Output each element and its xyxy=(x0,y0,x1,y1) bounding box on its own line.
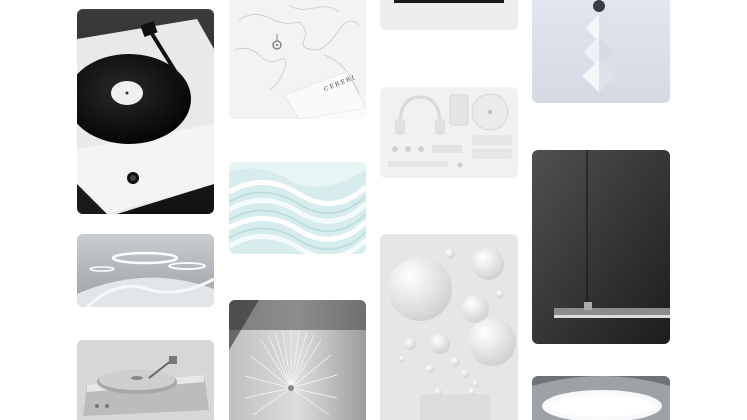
image-tile-ring-light-room[interactable] xyxy=(77,234,214,307)
image-tile-vinyl-turntable[interactable] xyxy=(77,9,214,214)
image-tile-diamond-stack[interactable] xyxy=(532,0,670,103)
radial-sculpture-image xyxy=(229,300,366,420)
vinyl-turntable-image xyxy=(77,9,214,214)
headphones-flatlay-image xyxy=(380,87,518,178)
image-tile-pendant-lamp[interactable] xyxy=(532,150,670,344)
ceiling-light-image xyxy=(532,376,670,420)
white-spheres-image xyxy=(380,234,518,420)
image-tile-silver-turntable[interactable] xyxy=(77,340,214,420)
pendant-lamp-image xyxy=(532,150,670,344)
silver-turntable-image xyxy=(77,340,214,420)
dark-device-image xyxy=(380,0,518,30)
ring-light-room-image xyxy=(77,234,214,307)
image-tile-radial-sculpture[interactable] xyxy=(229,300,366,420)
image-tile-white-spheres[interactable] xyxy=(380,234,518,420)
image-tile-blue-wave[interactable] xyxy=(229,162,366,254)
pin-board: CERERI xyxy=(0,0,747,420)
image-tile-ceiling-light[interactable] xyxy=(532,376,670,420)
world-map-image xyxy=(229,0,366,119)
blue-wave-image xyxy=(229,162,366,254)
image-tile-world-map[interactable]: CERERI xyxy=(229,0,366,119)
image-tile-top-dark-device[interactable] xyxy=(380,0,518,30)
image-tile-headphones-flatlay[interactable] xyxy=(380,87,518,178)
diamond-stack-image xyxy=(532,0,670,103)
